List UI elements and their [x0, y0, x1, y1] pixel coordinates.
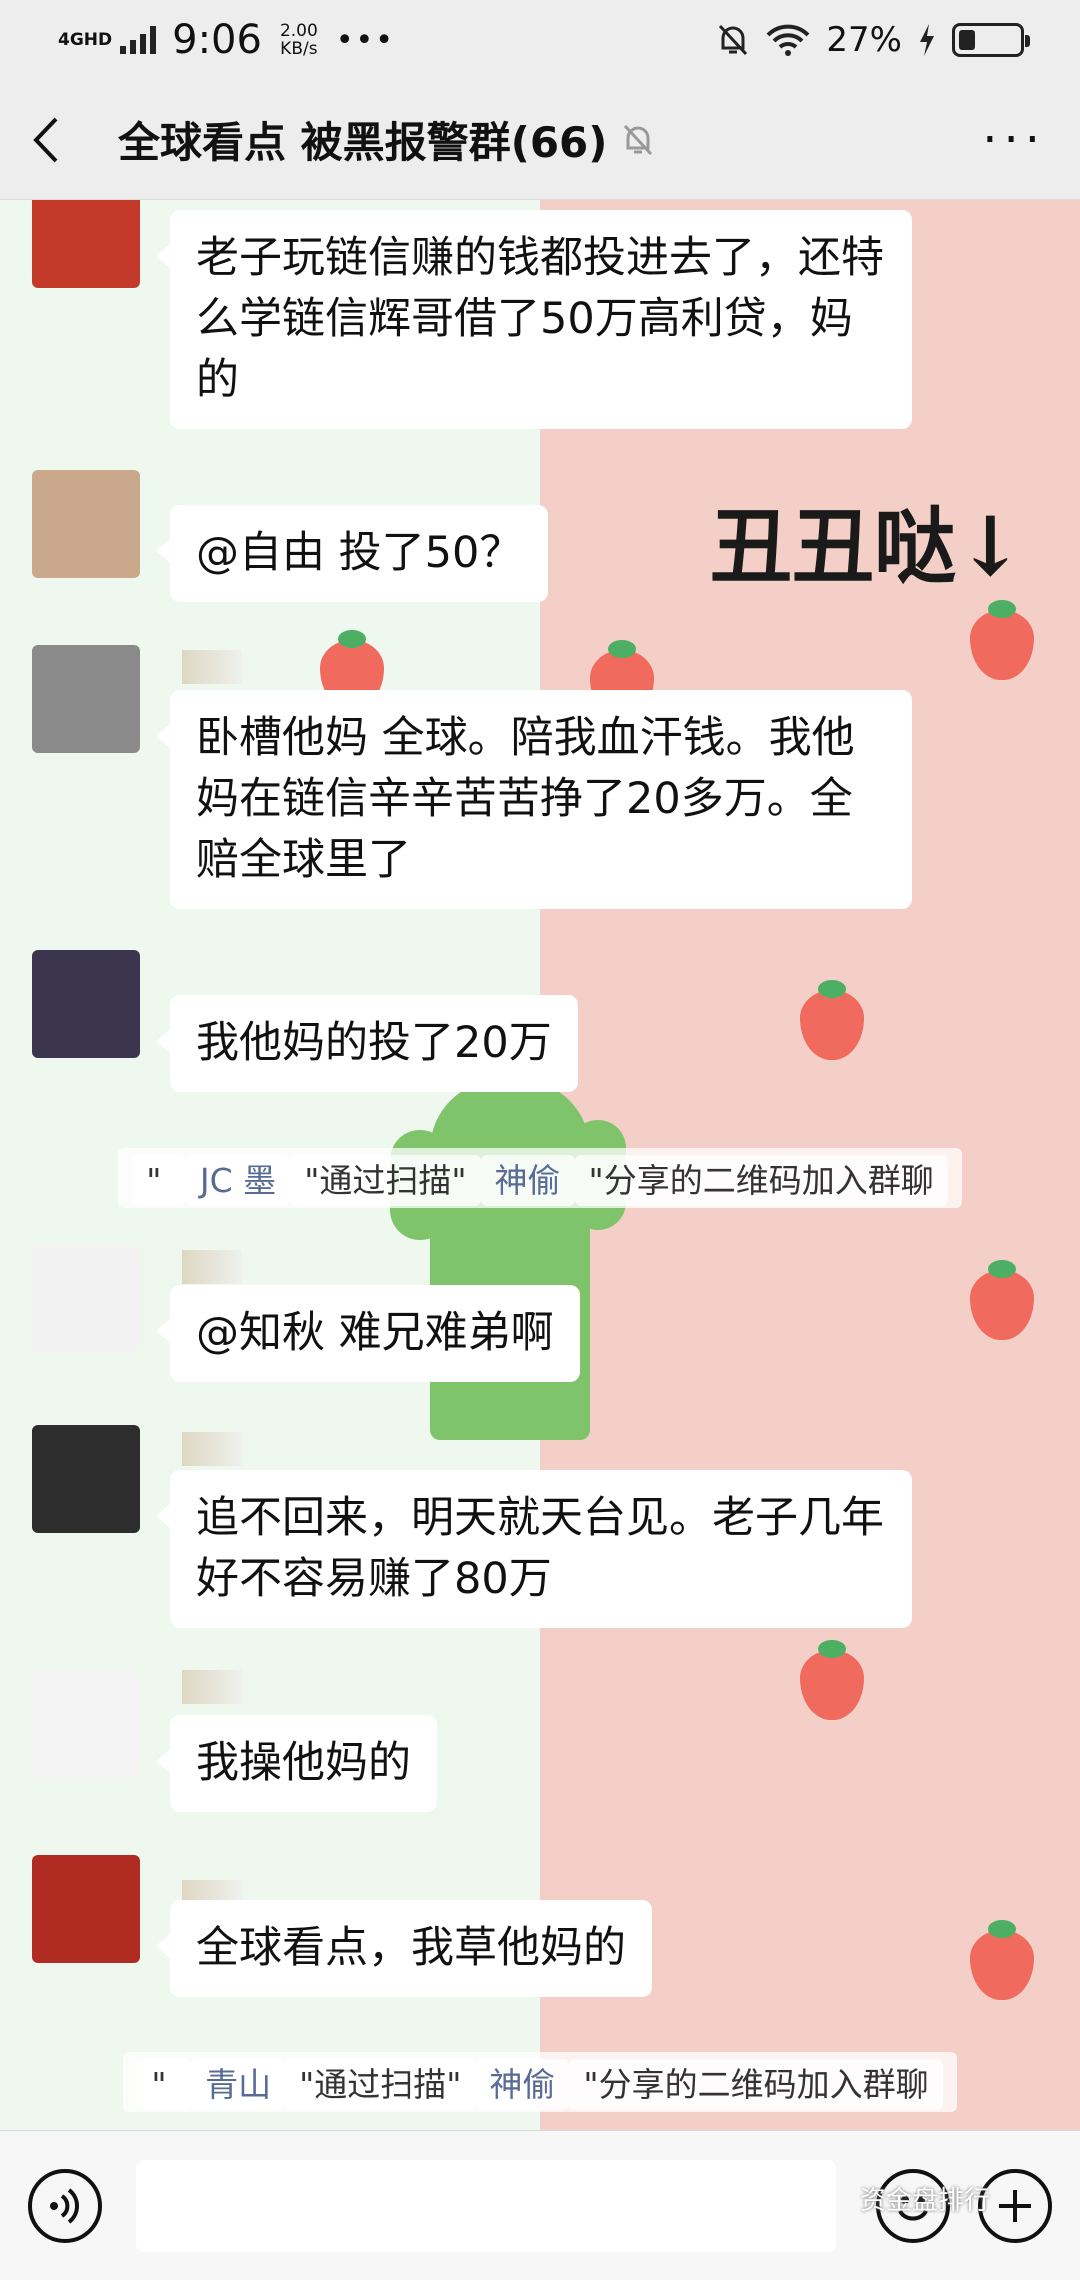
system-notice-text: " JC 墨 "通过扫描" 神偷 "分享的二维码加入群聊: [118, 1148, 962, 1208]
message-text: 全球看点，我草他妈的: [196, 1923, 626, 1973]
notice-user-link[interactable]: 青山: [191, 2059, 286, 2110]
message-text: @知秋 难兄难弟啊: [196, 1308, 554, 1358]
message-text: @自由 投了50？: [196, 528, 523, 578]
page-title: 全球看点 被黑报警群(66): [118, 118, 608, 167]
avatar[interactable]: [32, 950, 140, 1058]
chat-header: 全球看点 被黑报警群(66) ···: [0, 80, 1080, 200]
message-bubble[interactable]: 卧槽他妈 全球。陪我血汗钱。我他妈在链信辛辛苦苦挣了20多万。全赔全球里了: [156, 690, 912, 909]
strawberry-decoration: [800, 980, 864, 1060]
bell-off-icon: [624, 124, 653, 155]
voice-icon: [50, 2187, 79, 2224]
plus-icon: [999, 2189, 1031, 2222]
message-text: 我他妈的投了20万: [196, 1018, 552, 1068]
notice-user-link[interactable]: JC 墨: [185, 1155, 291, 1206]
strawberry-decoration: [800, 1640, 864, 1720]
chevron-left-icon: [33, 117, 58, 162]
sender-name: [182, 650, 242, 684]
back-button[interactable]: [30, 110, 78, 170]
network-type: 4GHD: [58, 30, 113, 50]
notice-text: "分享的二维码加入群聊: [569, 2059, 943, 2110]
system-notice: " 青山 "通过扫描" 神偷 "分享的二维码加入群聊: [0, 2052, 1080, 2112]
notification-dots: •••: [335, 22, 395, 58]
notice-text: "分享的二维码加入群聊: [574, 1155, 948, 1206]
strawberry-decoration: [970, 600, 1034, 680]
watermark: 资金盘排行: [860, 2186, 991, 2216]
avatar[interactable]: [32, 470, 140, 578]
avatar[interactable]: [32, 645, 140, 753]
strawberry-decoration: [970, 1920, 1034, 2000]
message-bubble[interactable]: @知秋 难兄难弟啊: [156, 1285, 580, 1382]
status-right: 27%: [716, 20, 1030, 60]
sender-name: [182, 1670, 242, 1704]
clock: 9:06: [172, 17, 262, 63]
notice-text: "通过扫描": [290, 1155, 481, 1206]
sender-name: [182, 1250, 242, 1284]
bell-off-icon: [719, 24, 748, 56]
status-bar: 4GHD 9:06 2.00 KB/s ••• 27%: [0, 0, 1080, 80]
strawberry-decoration: [970, 1260, 1034, 1340]
notice-quote: ": [137, 2059, 192, 2110]
message-text: 老子玩链信赚的钱都投进去了，还特么学链信辉哥借了50万高利贷，妈的: [196, 233, 884, 405]
cactus-decoration: [430, 1080, 590, 1440]
message-text: 追不回来，明天就天台见。老子几年好不容易赚了80万: [196, 1493, 884, 1604]
wifi-icon: [766, 24, 810, 56]
system-notice: " JC 墨 "通过扫描" 神偷 "分享的二维码加入群聊: [0, 1148, 1080, 1208]
charging-icon: [920, 24, 934, 56]
message-text: 卧槽他妈 全球。陪我血汗钱。我他妈在链信辛辛苦苦挣了20多万。全赔全球里了: [196, 713, 855, 885]
chat-area[interactable]: 丑丑哒↓ 老子玩链信赚的钱都投进去了，还特么学链信辉哥借了50万高利贷，妈的 @…: [0, 200, 1080, 2130]
message-bubble[interactable]: 我他妈的投了20万: [156, 995, 578, 1092]
battery-fill: [959, 30, 975, 50]
message-bubble[interactable]: @自由 投了50？: [155, 505, 549, 602]
message-bubble[interactable]: 全球看点，我草他妈的: [156, 1900, 652, 1997]
avatar[interactable]: [32, 1245, 140, 1353]
avatar[interactable]: [32, 1855, 140, 1963]
speed-unit: KB/s: [280, 39, 318, 59]
battery-percent: 27%: [826, 20, 902, 60]
battery-icon: [952, 23, 1030, 57]
speed-value: 2.00: [279, 21, 318, 41]
avatar[interactable]: [32, 200, 140, 288]
message-bubble[interactable]: 我操他妈的: [156, 1715, 437, 1812]
notice-sharer-link[interactable]: 神偷: [475, 2059, 570, 2110]
wallpaper-text: 丑丑哒↓: [710, 499, 1025, 595]
message-input[interactable]: [136, 2159, 836, 2252]
notice-sharer-link[interactable]: 神偷: [480, 1155, 575, 1206]
message-bubble[interactable]: 追不回来，明天就天台见。老子几年好不容易赚了80万: [156, 1470, 912, 1628]
system-notice-text: " 青山 "通过扫描" 神偷 "分享的二维码加入群聊: [123, 2052, 957, 2112]
more-button[interactable]: ···: [982, 116, 1046, 164]
network-speed: 2.00 KB/s: [280, 22, 318, 58]
message-text: 我操他妈的: [196, 1738, 411, 1788]
notice-text: "通过扫描": [285, 2059, 476, 2110]
signal-icon: [120, 26, 157, 54]
avatar[interactable]: [32, 1670, 140, 1778]
avatar[interactable]: [32, 1425, 140, 1533]
voice-button[interactable]: [28, 2168, 102, 2243]
notice-quote: ": [132, 1155, 186, 1206]
message-bubble[interactable]: 老子玩链信赚的钱都投进去了，还特么学链信辉哥借了50万高利贷，妈的: [156, 210, 912, 429]
sender-name: [182, 1432, 242, 1466]
